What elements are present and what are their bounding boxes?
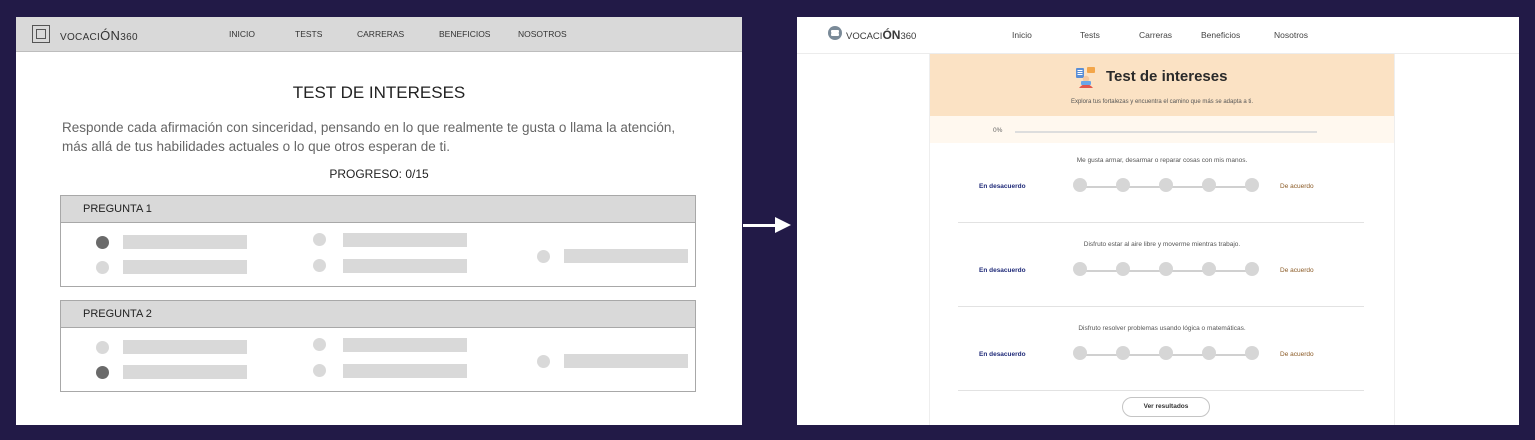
likert-option-5[interactable] [1245,178,1259,192]
wireframe-question-1: PREGUNTA 1 [60,195,696,287]
likert-option-5[interactable] [1245,262,1259,276]
question-3: Disfruto resolver problemas usando lógic… [930,325,1394,385]
likert-option-3[interactable] [1159,346,1173,360]
option-placeholder [343,364,467,378]
logo-big: ÓN [100,28,121,43]
divider [958,306,1364,307]
option-radio[interactable] [537,250,550,263]
question-text: Disfruto resolver problemas usando lógic… [1078,325,1246,332]
option-radio[interactable] [96,341,109,354]
option-placeholder [343,338,467,352]
question-text: Me gusta armar, desarmar o reparar cosas… [1076,157,1248,164]
question-header: PREGUNTA 2 [61,301,695,328]
final-navbar: VOCACIÓN360 Inicio Tests Carreras Benefi… [797,17,1519,54]
option-radio[interactable] [313,259,326,272]
wire-nav-beneficios[interactable]: BENEFICIOS [439,29,490,39]
likert-option-4[interactable] [1202,346,1216,360]
page-subtitle: Explora tus fortalezas y encuentra el ca… [1070,99,1254,105]
logo-big: ÓN [882,28,901,42]
likert-option-1[interactable] [1073,346,1087,360]
test-header: Test de intereses Explora tus fortalezas… [930,54,1394,116]
logo-prefix: VOCACI [60,32,101,43]
likert-option-1[interactable] [1073,178,1087,192]
final-logo[interactable]: VOCACIÓN360 [846,28,916,42]
logo-suffix: 360 [900,31,917,42]
option-radio[interactable] [313,233,326,246]
question-2: Disfruto estar al aire libre y moverme m… [930,241,1394,301]
scale-disagree-label: En desacuerdo [979,183,1026,190]
likert-option-4[interactable] [1202,262,1216,276]
option-radio[interactable] [537,355,550,368]
wireframe-logo[interactable]: VOCACIÓN360 [60,28,138,43]
option-radio[interactable] [96,236,109,249]
nav-carreras[interactable]: Carreras [1139,30,1172,40]
option-placeholder [343,259,467,273]
progress-bar [1015,131,1317,133]
option-radio[interactable] [96,261,109,274]
wire-nav-nosotros[interactable]: NOSOTROS [518,29,567,39]
progress-percent: 0% [993,127,1003,134]
option-radio[interactable] [96,366,109,379]
final-design-panel: VOCACIÓN360 Inicio Tests Carreras Benefi… [797,17,1519,425]
option-placeholder [123,260,247,274]
scale-disagree-label: En desacuerdo [979,267,1026,274]
progress-section: 0% [930,116,1394,143]
scale-disagree-label: En desacuerdo [979,351,1026,358]
option-placeholder [123,365,247,379]
nav-tests[interactable]: Tests [1080,30,1100,40]
logo-prefix: VOCACI [846,31,883,42]
nav-nosotros[interactable]: Nosotros [1274,30,1308,40]
likert-option-4[interactable] [1202,178,1216,192]
wireframe-page-title: TEST DE INTERESES [292,83,466,102]
scale-agree-label: De acuerdo [1280,351,1314,358]
page-title: Test de intereses [1106,68,1228,85]
image-placeholder-icon [32,25,50,43]
likert-option-2[interactable] [1116,178,1130,192]
wire-nav-carreras[interactable]: CARRERAS [357,29,404,39]
option-placeholder [564,354,688,368]
wireframe-navbar: VOCACIÓN360 INICIO TESTS CARRERAS BENEFI… [16,17,742,52]
question-header: PREGUNTA 1 [61,196,695,223]
wireframe-question-2: PREGUNTA 2 [60,300,696,392]
likert-option-3[interactable] [1159,178,1173,192]
likert-option-2[interactable] [1116,346,1130,360]
see-results-button[interactable]: Ver resultados [1122,397,1210,417]
arrow-right-icon [743,224,777,227]
option-placeholder [564,249,688,263]
likert-option-1[interactable] [1073,262,1087,276]
option-placeholder [343,233,467,247]
likert-option-2[interactable] [1116,262,1130,276]
option-radio[interactable] [313,338,326,351]
wireframe-description: Responde cada afirmación con sinceridad,… [62,120,676,154]
wireframe-progress: PROGRESO: 0/15 [329,167,429,181]
wire-nav-inicio[interactable]: INICIO [229,29,255,39]
test-illustration-icon [1076,67,1095,88]
option-radio[interactable] [313,364,326,377]
wireframe-panel: VOCACIÓN360 INICIO TESTS CARRERAS BENEFI… [16,17,742,425]
nav-beneficios[interactable]: Beneficios [1201,30,1240,40]
nav-inicio[interactable]: Inicio [1012,30,1032,40]
option-placeholder [123,340,247,354]
wire-nav-tests[interactable]: TESTS [295,29,322,39]
scale-agree-label: De acuerdo [1280,183,1314,190]
test-card: Test de intereses Explora tus fortalezas… [929,54,1395,425]
scale-agree-label: De acuerdo [1280,267,1314,274]
likert-option-3[interactable] [1159,262,1173,276]
question-text: Disfruto estar al aire libre y moverme m… [1083,241,1241,248]
likert-option-5[interactable] [1245,346,1259,360]
divider [958,390,1364,391]
logo-books-icon [828,26,842,40]
question-1: Me gusta armar, desarmar o reparar cosas… [930,157,1394,217]
arrow-head-icon [775,217,791,233]
divider [958,222,1364,223]
logo-suffix: 360 [120,32,138,43]
option-placeholder [123,235,247,249]
